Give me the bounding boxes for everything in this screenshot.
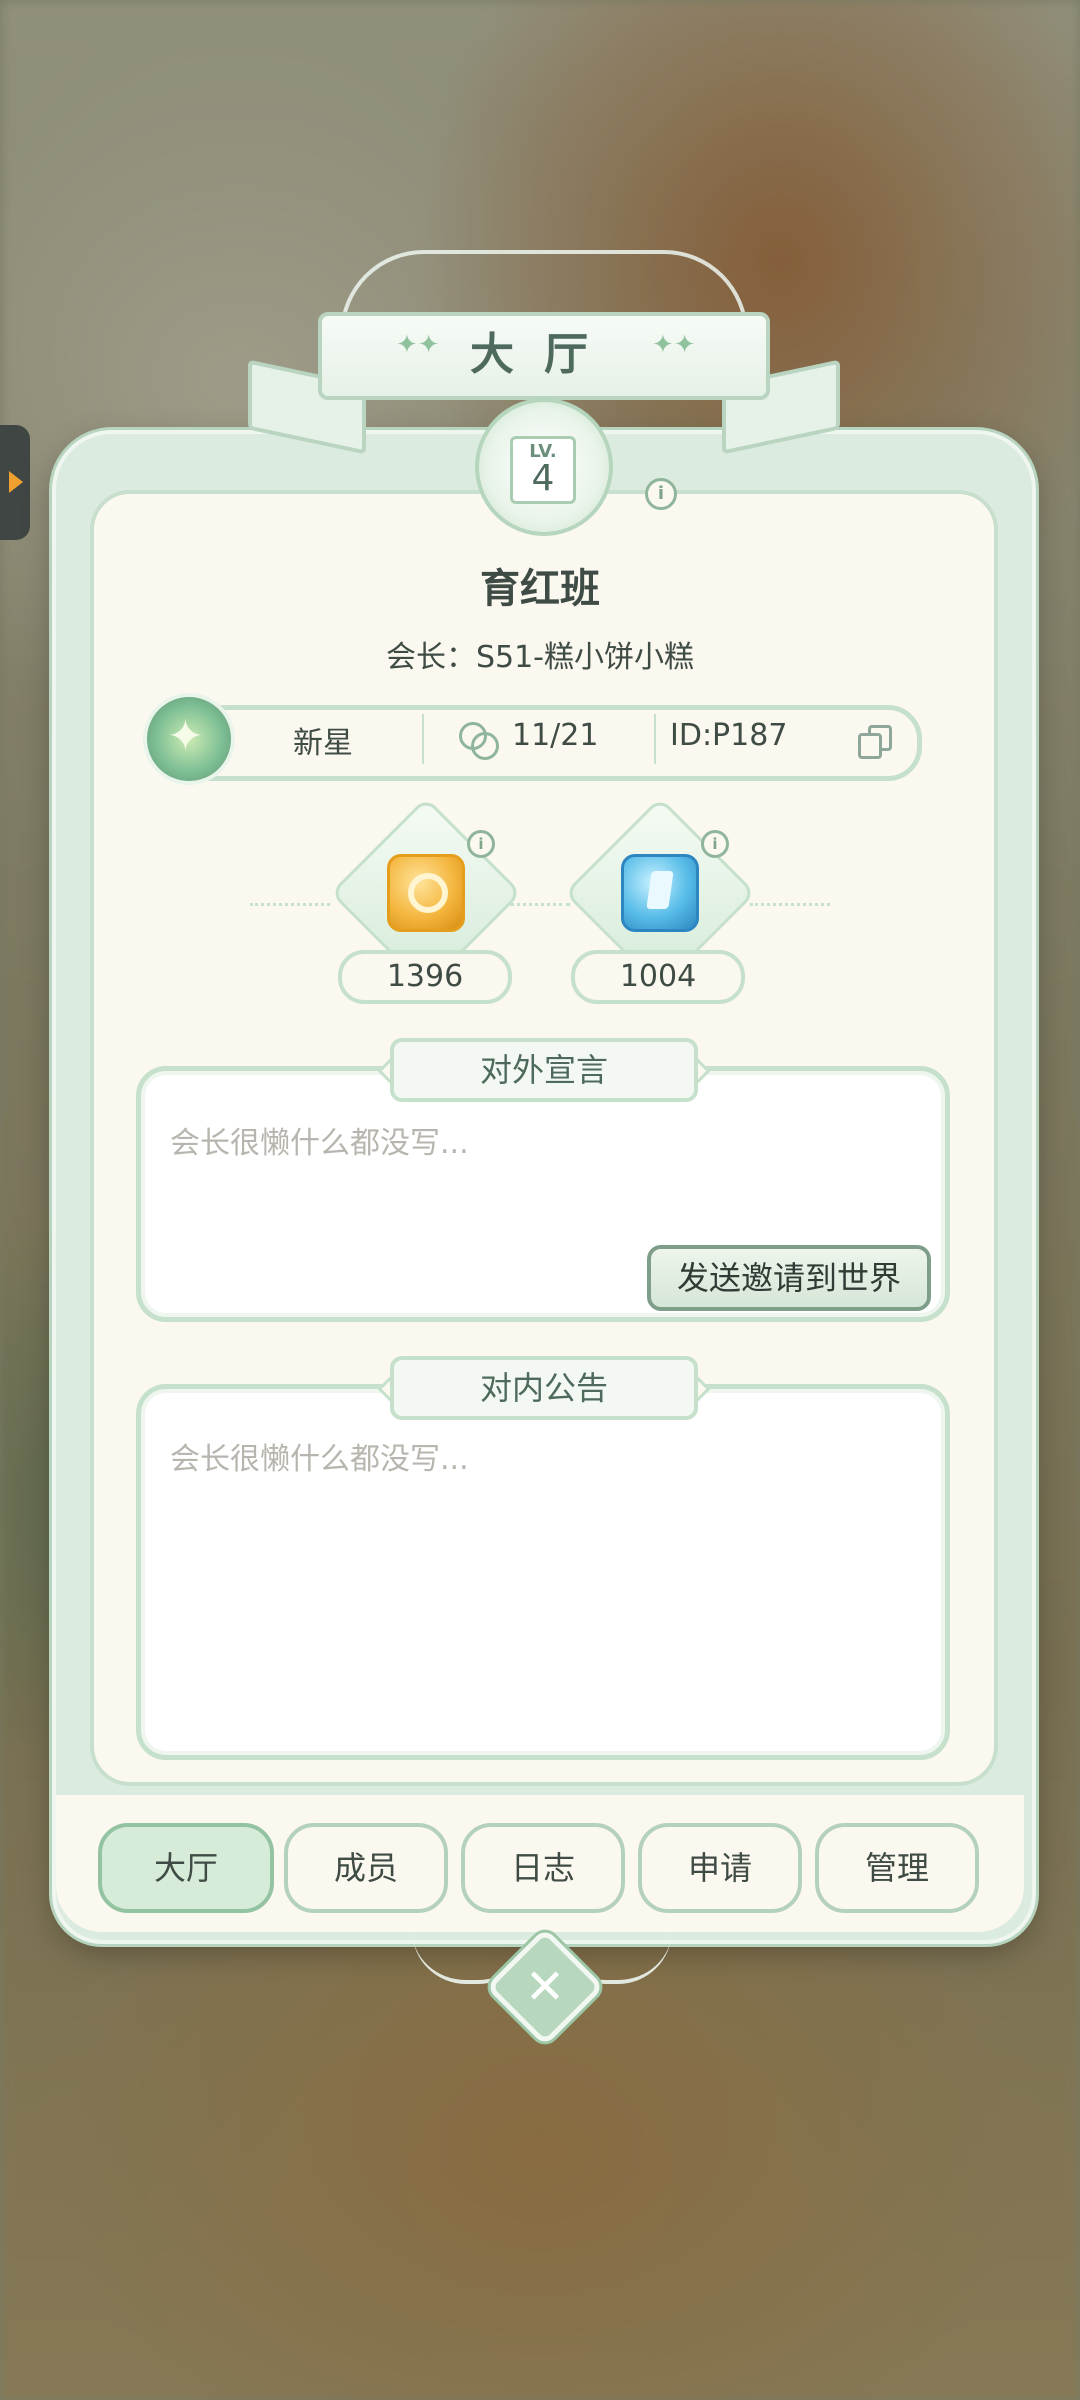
guild-level-box: LV. 4 xyxy=(510,436,576,504)
tab-manage[interactable]: 管理 xyxy=(815,1823,979,1913)
blue-gem-icon xyxy=(621,854,699,932)
copy-icon[interactable] xyxy=(858,725,892,759)
info-icon[interactable]: i xyxy=(467,830,495,858)
guild-id: ID:P187 xyxy=(670,718,788,753)
internal-notice-title: 对内公告 xyxy=(390,1356,698,1420)
divider xyxy=(422,714,424,764)
external-declaration-text: 会长很懒什么都没写... xyxy=(170,1126,469,1161)
page-title: 大厅 xyxy=(470,329,618,380)
tab-hall[interactable]: 大厅 xyxy=(98,1823,274,1913)
internal-notice-text: 会长很懒什么都没写... xyxy=(170,1442,469,1477)
send-invite-to-world-button[interactable]: 发送邀请到世界 xyxy=(647,1245,931,1311)
tab-log[interactable]: 日志 xyxy=(461,1823,625,1913)
gold-count: 1396 xyxy=(338,950,512,1004)
side-drawer-handle[interactable] xyxy=(0,425,30,540)
guild-rank: 新星 xyxy=(293,726,353,761)
members-icon xyxy=(457,720,499,760)
close-icon[interactable]: ✕ xyxy=(503,1952,587,2022)
external-declaration-title: 对外宣言 xyxy=(390,1038,698,1102)
guild-name: 育红班 xyxy=(480,566,600,612)
info-icon[interactable]: i xyxy=(701,830,729,858)
decor-line xyxy=(510,903,570,906)
info-icon[interactable]: i xyxy=(645,478,677,510)
member-count: 11/21 xyxy=(512,718,599,753)
tab-members[interactable]: 成员 xyxy=(284,1823,448,1913)
rank-star-badge: ✦ xyxy=(143,693,235,785)
decor-line xyxy=(750,903,830,906)
divider xyxy=(654,714,656,764)
arrow-right-icon xyxy=(9,471,23,493)
decor-line xyxy=(250,903,330,906)
gem-count: 1004 xyxy=(571,950,745,1004)
gold-coin-icon xyxy=(387,854,465,932)
star-icon: ✦ xyxy=(167,711,204,762)
tab-applications[interactable]: 申请 xyxy=(638,1823,802,1913)
guild-level-value: 4 xyxy=(531,458,555,499)
guild-leader: 会长：S51-糕小饼小糕 xyxy=(385,640,695,675)
